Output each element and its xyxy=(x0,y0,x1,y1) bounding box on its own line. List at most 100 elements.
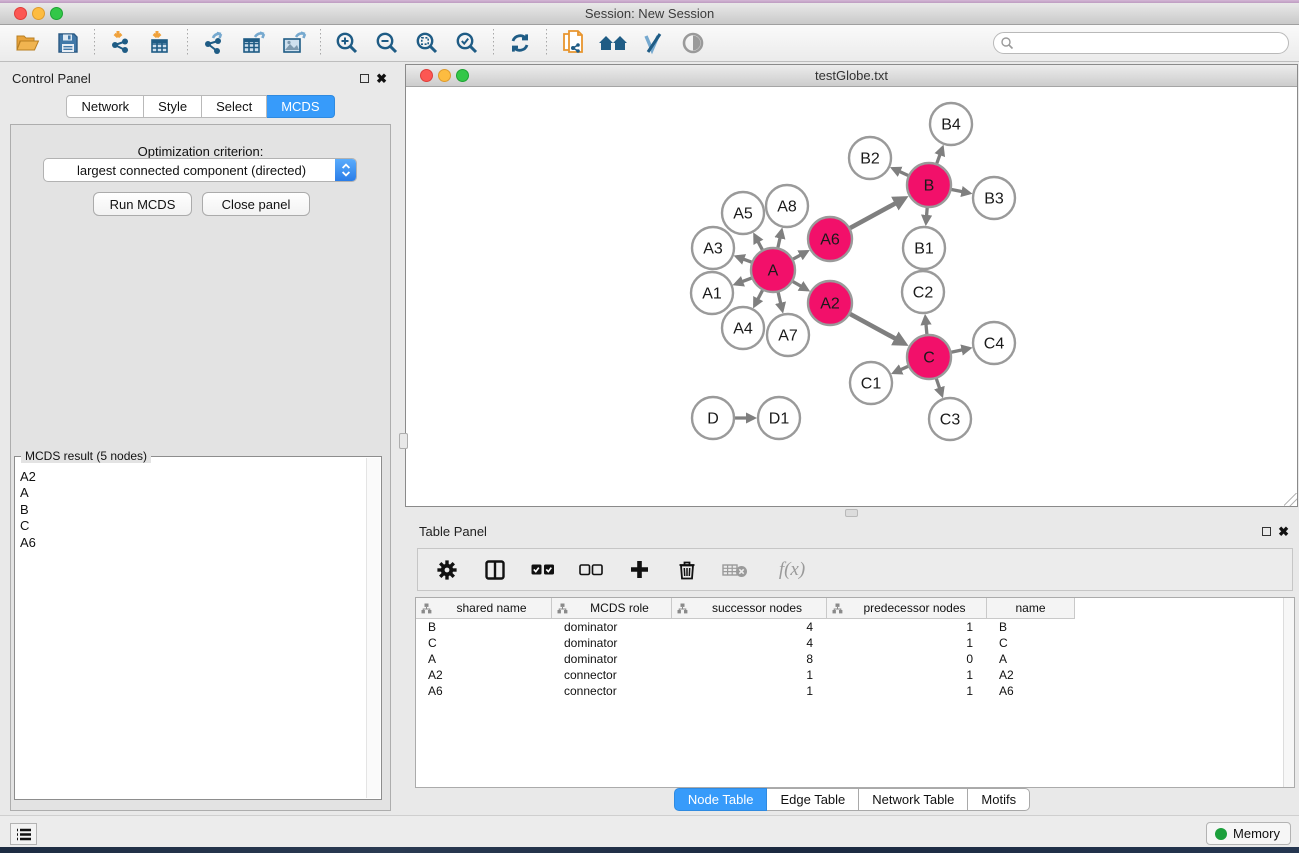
function-builder-button[interactable]: f(x) xyxy=(770,557,814,583)
control-panel-title: Control Panel xyxy=(12,71,91,86)
result-scrollbar[interactable] xyxy=(366,458,380,798)
save-session-button[interactable] xyxy=(48,27,88,59)
import-network-button[interactable] xyxy=(101,27,141,59)
toolbar-search-field[interactable] xyxy=(993,32,1289,54)
graph-node-A3[interactable]: A3 xyxy=(692,227,734,269)
graph-edge-A2-C[interactable] xyxy=(847,312,905,344)
add-column-button[interactable] xyxy=(626,557,652,583)
open-folder-icon xyxy=(15,32,41,54)
graph-node-B[interactable]: B xyxy=(907,163,951,207)
panel-grip[interactable] xyxy=(399,433,408,449)
graph-node-A7[interactable]: A7 xyxy=(767,314,809,356)
graph-node-C4[interactable]: C4 xyxy=(973,322,1015,364)
close-panel-icon[interactable]: ✖ xyxy=(376,74,387,83)
tab-style[interactable]: Style xyxy=(144,95,202,118)
graph-node-D[interactable]: D xyxy=(692,397,734,439)
export-network-button[interactable] xyxy=(194,27,234,59)
export-image-button[interactable] xyxy=(274,27,314,59)
run-mcds-button[interactable]: Run MCDS xyxy=(93,192,192,216)
tab-mcds[interactable]: MCDS xyxy=(267,95,334,118)
table-settings-button[interactable] xyxy=(434,557,460,583)
graph-node-B2[interactable]: B2 xyxy=(849,137,891,179)
new-network-from-selection-button[interactable] xyxy=(553,27,593,59)
open-file-button[interactable] xyxy=(8,27,48,59)
graph-edge-A6-B[interactable] xyxy=(847,198,905,230)
graph-node-C3[interactable]: C3 xyxy=(929,398,971,440)
graph-node-A1[interactable]: A1 xyxy=(691,272,733,314)
export-network-icon xyxy=(201,30,227,56)
table-row[interactable]: A2connector11A2 xyxy=(416,667,1294,683)
network-window-titlebar[interactable]: testGlobe.txt xyxy=(406,65,1297,87)
graph-node-A8[interactable]: A8 xyxy=(766,185,808,227)
float-panel-icon[interactable] xyxy=(360,74,369,83)
new-network-from-selection-icon xyxy=(560,29,586,57)
table-row[interactable]: Adominator80A xyxy=(416,651,1294,667)
float-panel-icon[interactable] xyxy=(1262,527,1271,536)
node-table[interactable]: shared nameMCDS rolesuccessor nodesprede… xyxy=(415,597,1295,788)
graph-node-B1[interactable]: B1 xyxy=(903,227,945,269)
table-row[interactable]: Bdominator41B xyxy=(416,619,1294,635)
graph-node-A6[interactable]: A6 xyxy=(808,217,852,261)
delete-column-button[interactable] xyxy=(674,557,700,583)
delete-table-button[interactable] xyxy=(722,557,748,583)
table-cell: connector xyxy=(552,683,672,699)
refresh-layout-button[interactable] xyxy=(500,27,540,59)
table-row[interactable]: Cdominator41C xyxy=(416,635,1294,651)
task-history-button[interactable] xyxy=(10,823,37,845)
deselect-all-columns-button[interactable] xyxy=(578,557,604,583)
result-item[interactable]: A6 xyxy=(17,535,365,551)
split-view-button[interactable] xyxy=(482,557,508,583)
zoom-fit-button[interactable] xyxy=(407,27,447,59)
zoom-in-icon xyxy=(335,31,359,55)
network-canvas[interactable]: B4 B2 B B3 A8 A5 A6 A3 B1 A A1 C2 A2 A4A7 C4 C C1 C3 D D1 xyxy=(407,87,1296,505)
zoom-selected-button[interactable] xyxy=(447,27,487,59)
column-header-successor-nodes[interactable]: successor nodes xyxy=(672,598,827,618)
graph-node-A4[interactable]: A4 xyxy=(722,307,764,349)
close-panel-button[interactable]: Close panel xyxy=(202,192,310,216)
graph-node-A5[interactable]: A5 xyxy=(722,192,764,234)
table-scrollbar[interactable] xyxy=(1283,598,1294,787)
graph-node-A2[interactable]: A2 xyxy=(808,281,852,325)
close-panel-icon[interactable]: ✖ xyxy=(1278,527,1289,536)
tab-select[interactable]: Select xyxy=(202,95,267,118)
import-table-button[interactable] xyxy=(141,27,181,59)
network-graph[interactable]: B4 B2 B B3 A8 A5 A6 A3 B1 A A1 C2 A2 A4A7 C4 C C1 C3 D D1 xyxy=(407,87,1296,506)
graph-node-A[interactable]: A xyxy=(751,248,795,292)
column-header-shared-name[interactable]: shared name xyxy=(416,598,552,618)
zoom-out-button[interactable] xyxy=(367,27,407,59)
graph-node-D1[interactable]: D1 xyxy=(758,397,800,439)
export-table-button[interactable] xyxy=(234,27,274,59)
result-item[interactable]: C xyxy=(17,518,365,534)
search-icon xyxy=(1000,36,1014,50)
toggle-graphics-details-button[interactable] xyxy=(633,27,673,59)
zoom-in-button[interactable] xyxy=(327,27,367,59)
result-item[interactable]: A xyxy=(17,485,365,501)
home-button[interactable] xyxy=(593,27,633,59)
mcds-result-list[interactable]: A2ABCA6 xyxy=(17,469,365,797)
splitter-grip[interactable] xyxy=(845,509,858,517)
select-all-columns-button[interactable] xyxy=(530,557,556,583)
graph-node-B3[interactable]: B3 xyxy=(973,177,1015,219)
svg-text:A5: A5 xyxy=(733,206,753,223)
column-header-MCDS-role[interactable]: MCDS role xyxy=(552,598,672,618)
tab-network[interactable]: Network xyxy=(66,95,144,118)
result-item[interactable]: A2 xyxy=(17,469,365,485)
graph-node-C1[interactable]: C1 xyxy=(850,362,892,404)
graph-node-C[interactable]: C xyxy=(907,335,951,379)
memory-button[interactable]: Memory xyxy=(1206,822,1291,845)
search-input[interactable] xyxy=(1014,34,1288,52)
graph-node-C2[interactable]: C2 xyxy=(902,271,944,313)
optimization-criterion-select[interactable]: largest connected component (directed) xyxy=(43,158,357,182)
window-resize-handle[interactable] xyxy=(1284,493,1297,506)
tab-edge-table[interactable]: Edge Table xyxy=(767,788,859,811)
result-item[interactable]: B xyxy=(17,502,365,518)
tab-node-table[interactable]: Node Table xyxy=(674,788,768,811)
column-header-name[interactable]: name xyxy=(987,598,1075,618)
table-row[interactable]: A6connector11A6 xyxy=(416,683,1294,699)
select-stepper-icon xyxy=(335,159,356,181)
graph-node-B4[interactable]: B4 xyxy=(930,103,972,145)
tab-motifs[interactable]: Motifs xyxy=(968,788,1030,811)
column-header-predecessor-nodes[interactable]: predecessor nodes xyxy=(827,598,987,618)
show-hide-panels-button[interactable] xyxy=(673,27,713,59)
tab-network-table[interactable]: Network Table xyxy=(859,788,968,811)
